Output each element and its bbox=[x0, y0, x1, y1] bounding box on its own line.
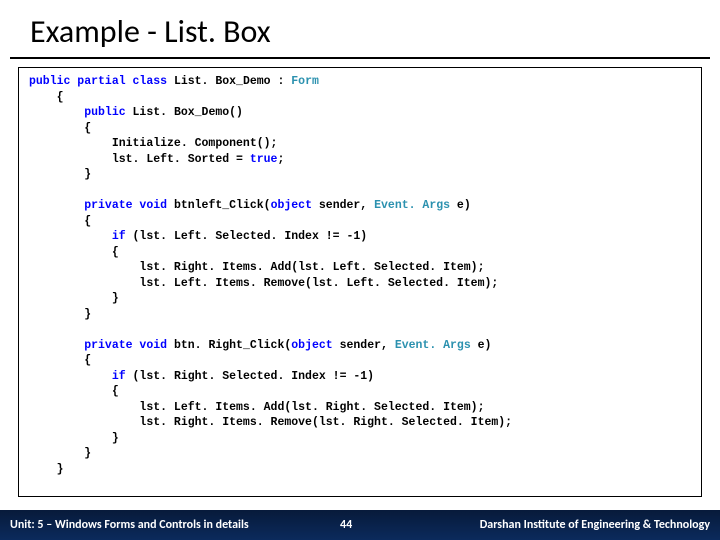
kw-public: public partial class bbox=[29, 75, 167, 88]
colon: : bbox=[277, 75, 284, 88]
brace9: { bbox=[29, 385, 119, 398]
sort-assign: lst. Left. Sorted = bbox=[29, 153, 250, 166]
brace3: } bbox=[29, 168, 91, 181]
base-class: Form bbox=[291, 75, 319, 88]
sender2: sender, bbox=[340, 339, 395, 352]
brace12: } bbox=[29, 463, 64, 476]
footer-page: 44 bbox=[340, 518, 420, 532]
e1: e) bbox=[450, 199, 471, 212]
brace: { bbox=[29, 91, 64, 104]
semi: ; bbox=[277, 153, 284, 166]
add1: lst. Right. Items. Add(lst. Left. Select… bbox=[29, 261, 484, 274]
brace6: } bbox=[29, 292, 119, 305]
kw-public2: public bbox=[29, 106, 126, 119]
kw-obj1: object bbox=[271, 199, 312, 212]
ea2: Event. Args bbox=[395, 339, 471, 352]
ctor: List. Box_Demo() bbox=[133, 106, 243, 119]
kw-obj2: object bbox=[291, 339, 332, 352]
kw-true: true bbox=[250, 153, 278, 166]
brace10: } bbox=[29, 432, 119, 445]
fn-left: btnleft_Click( bbox=[174, 199, 271, 212]
brace11: } bbox=[29, 447, 91, 460]
init-call: Initialize. Component(); bbox=[29, 137, 277, 150]
rem1: lst. Left. Items. Remove(lst. Left. Sele… bbox=[29, 277, 498, 290]
code-block: public partial class List. Box_Demo : Fo… bbox=[18, 67, 702, 497]
e2: e) bbox=[471, 339, 492, 352]
cond2: (lst. Right. Selected. Index != -1) bbox=[133, 370, 375, 383]
brace5: { bbox=[29, 246, 119, 259]
kw-priv2: private void bbox=[29, 339, 167, 352]
class-name: List. Box_Demo bbox=[174, 75, 271, 88]
kw-if1: if bbox=[29, 230, 126, 243]
slide-footer: Unit: 5 – Windows Forms and Controls in … bbox=[0, 510, 720, 540]
brace2: { bbox=[29, 122, 91, 135]
kw-priv1: private void bbox=[29, 199, 167, 212]
footer-unit: Unit: 5 – Windows Forms and Controls in … bbox=[0, 518, 340, 532]
brace4: { bbox=[29, 215, 91, 228]
brace7: } bbox=[29, 308, 91, 321]
fn-right: btn. Right_Click( bbox=[174, 339, 291, 352]
slide-title: Example - List. Box bbox=[10, 0, 710, 59]
kw-if2: if bbox=[29, 370, 126, 383]
ea1: Event. Args bbox=[374, 199, 450, 212]
rem2: lst. Right. Items. Remove(lst. Right. Se… bbox=[29, 416, 512, 429]
cond1: (lst. Left. Selected. Index != -1) bbox=[133, 230, 368, 243]
footer-institute: Darshan Institute of Engineering & Techn… bbox=[420, 518, 720, 532]
add2: lst. Left. Items. Add(lst. Right. Select… bbox=[29, 401, 484, 414]
brace8: { bbox=[29, 354, 91, 367]
sender1: sender, bbox=[319, 199, 374, 212]
